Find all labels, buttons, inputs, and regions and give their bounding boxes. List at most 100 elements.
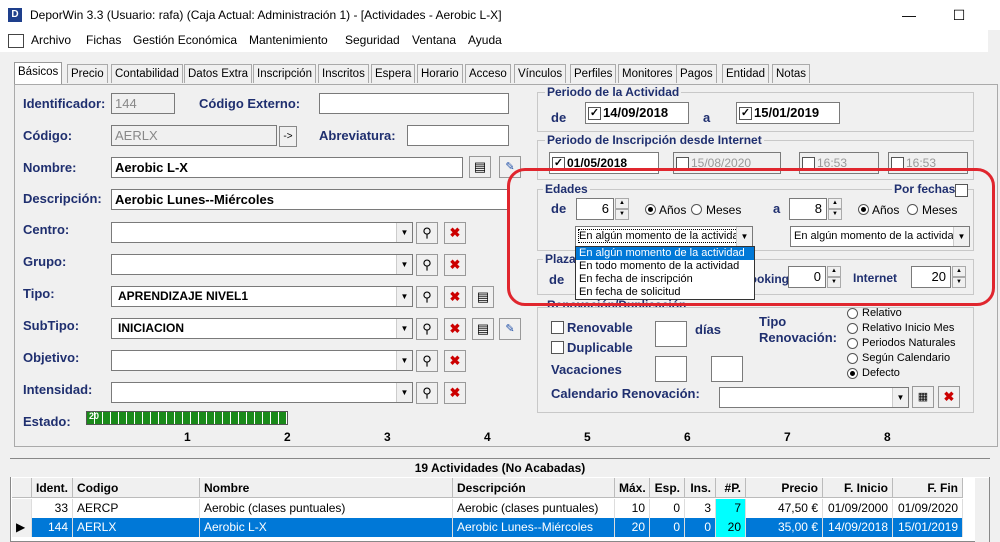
delete-icon[interactable]: ✖ [444,350,466,372]
edad-hasta-criterio-select[interactable]: En algún momento de la actividad ▼ [790,226,970,247]
edad-desde-anios-radio[interactable] [645,204,656,215]
delete-icon[interactable]: ✖ [938,386,960,408]
objetivo-select[interactable]: ▼ [111,350,413,371]
centro-select[interactable]: ▼ [111,222,413,243]
column-header[interactable]: F. Fin [893,478,963,498]
edad-desde-spinner[interactable]: ▲ ▼ [615,198,629,220]
grupo-select[interactable]: ▼ [111,254,413,275]
column-header[interactable]: Nombre [200,478,453,498]
identificador-field[interactable]: 144 [111,93,175,114]
wand-icon[interactable]: ⚲ [416,382,438,404]
edad-hasta-meses-radio[interactable] [907,204,918,215]
edad-desde-criterio-select[interactable]: En algún momento de la actividad ▼ [575,226,753,247]
tab-precio[interactable]: Precio [67,64,108,83]
edad-desde-meses-radio[interactable] [691,204,702,215]
column-header[interactable]: F. Inicio [823,478,893,498]
flag-icon[interactable]: ▤ [472,318,494,340]
column-header[interactable]: Ident. [32,478,73,498]
menu-seguridad[interactable]: Seguridad [345,33,400,47]
document-icon[interactable] [8,34,24,48]
renov-relativo-radio[interactable] [847,308,858,319]
wand-icon[interactable]: ⚲ [416,254,438,276]
dropdown-option[interactable]: En fecha de solicitud [576,286,754,299]
edad-hasta-anios-radio[interactable] [858,204,869,215]
subtipo-select[interactable]: INICIACION ▼ [111,318,413,339]
edad-desde-field[interactable]: 6 [576,198,614,220]
delete-icon[interactable]: ✖ [444,222,466,244]
tab-espera[interactable]: Espera [371,64,416,83]
internet-field[interactable]: 20 [911,266,951,288]
intensidad-select[interactable]: ▼ [111,382,413,403]
edad-hasta-spinner[interactable]: ▲ ▼ [828,198,842,220]
renov-calendario-radio[interactable] [847,353,858,364]
dropdown-option[interactable]: En fecha de inscripción [576,273,754,286]
column-header[interactable]: Ins. [685,478,716,498]
column-header[interactable]: #P. [716,478,746,498]
vacaciones-field-1[interactable] [655,356,687,382]
renov-periodos-radio[interactable] [847,338,858,349]
tab-acceso[interactable]: Acceso [465,64,511,83]
menu-ayuda[interactable]: Ayuda [468,33,502,47]
menu-ventana[interactable]: Ventana [412,33,456,47]
descripcion-field[interactable]: Aerobic Lunes--Miércoles [111,189,509,210]
tab-datos-extra[interactable]: Datos Extra [184,64,253,83]
column-header[interactable]: Esp. [650,478,685,498]
column-header[interactable]: Precio [746,478,823,498]
flag-icon[interactable]: ▤ [469,156,491,178]
delete-icon[interactable]: ✖ [444,318,466,340]
codigo-externo-field[interactable] [319,93,509,114]
inscripcion-desde-date[interactable]: ✓ 01/05/2018 [549,152,659,174]
vacaciones-field-2[interactable] [711,356,743,382]
periodo-hasta-date[interactable]: ✓ 15/01/2019 [736,102,840,124]
tab-basicos[interactable]: Básicos [14,62,63,84]
wand-icon[interactable]: ⚲ [416,286,438,308]
tab-entidad[interactable]: Entidad [722,64,770,83]
inscripcion-hasta-date[interactable]: 15/08/2020 [673,152,781,174]
booking-spinner[interactable]: ▲ ▼ [827,266,841,288]
abreviatura-field[interactable] [407,125,509,146]
codigo-field[interactable]: AERLX [111,125,277,146]
flag-icon[interactable]: ▤ [472,286,494,308]
column-header[interactable]: Codigo [73,478,200,498]
renov-defecto-radio[interactable] [847,368,858,379]
delete-icon[interactable]: ✖ [444,254,466,276]
menu-fichas[interactable]: Fichas [86,33,121,47]
edad-hasta-field[interactable]: 8 [789,198,827,220]
delete-icon[interactable]: ✖ [444,382,466,404]
tipo-select[interactable]: APRENDIZAJE NIVEL1 ▼ [111,286,413,307]
renov-relativo-mes-radio[interactable] [847,323,858,334]
column-header[interactable]: Máx. [615,478,650,498]
delete-icon[interactable]: ✖ [444,286,466,308]
menu-archivo[interactable]: Archivo [31,33,71,47]
tab-contabilidad[interactable]: Contabilidad [111,64,183,83]
tab-inscripcion[interactable]: Inscripción [253,64,316,83]
maximize-button[interactable]: ☐ [936,0,982,30]
wand-icon[interactable]: ⚲ [416,318,438,340]
por-fechas-checkbox[interactable] [955,184,968,197]
minimize-button[interactable]: — [886,0,932,30]
dias-field[interactable] [655,321,687,347]
menu-gestion-economica[interactable]: Gestión Económica [133,33,237,47]
scrollbar[interactable] [988,30,1000,70]
calendario-renovacion-select[interactable]: ▼ [719,387,909,408]
periodo-desde-date[interactable]: ✓ 14/09/2018 [585,102,689,124]
internet-spinner[interactable]: ▲ ▼ [952,266,966,288]
duplicable-checkbox[interactable] [551,341,564,354]
edit-icon[interactable]: ✎ [499,156,521,178]
wand-icon[interactable]: ⚲ [416,222,438,244]
calendar-icon[interactable]: ▦ [912,386,934,408]
tab-perfiles[interactable]: Perfiles [570,64,617,83]
dropdown-option[interactable]: En todo momento de la actividad [576,260,754,273]
inscripcion-hora1[interactable]: 16:53 [799,152,879,174]
tab-horario[interactable]: Horario [417,64,463,83]
tab-monitores[interactable]: Monitores [618,64,677,83]
renovable-checkbox[interactable] [551,321,564,334]
tab-vinculos[interactable]: Vínculos [514,64,567,83]
menu-mantenimiento[interactable]: Mantenimiento [249,33,328,47]
tab-notas[interactable]: Notas [772,64,811,83]
tab-inscritos[interactable]: Inscritos [318,64,369,83]
dropdown-option[interactable]: En algún momento de la actividad [576,247,754,260]
inscripcion-hora2[interactable]: 16:53 [888,152,968,174]
nombre-field[interactable]: Aerobic L-X [111,157,463,178]
tab-pagos[interactable]: Pagos [676,64,717,83]
